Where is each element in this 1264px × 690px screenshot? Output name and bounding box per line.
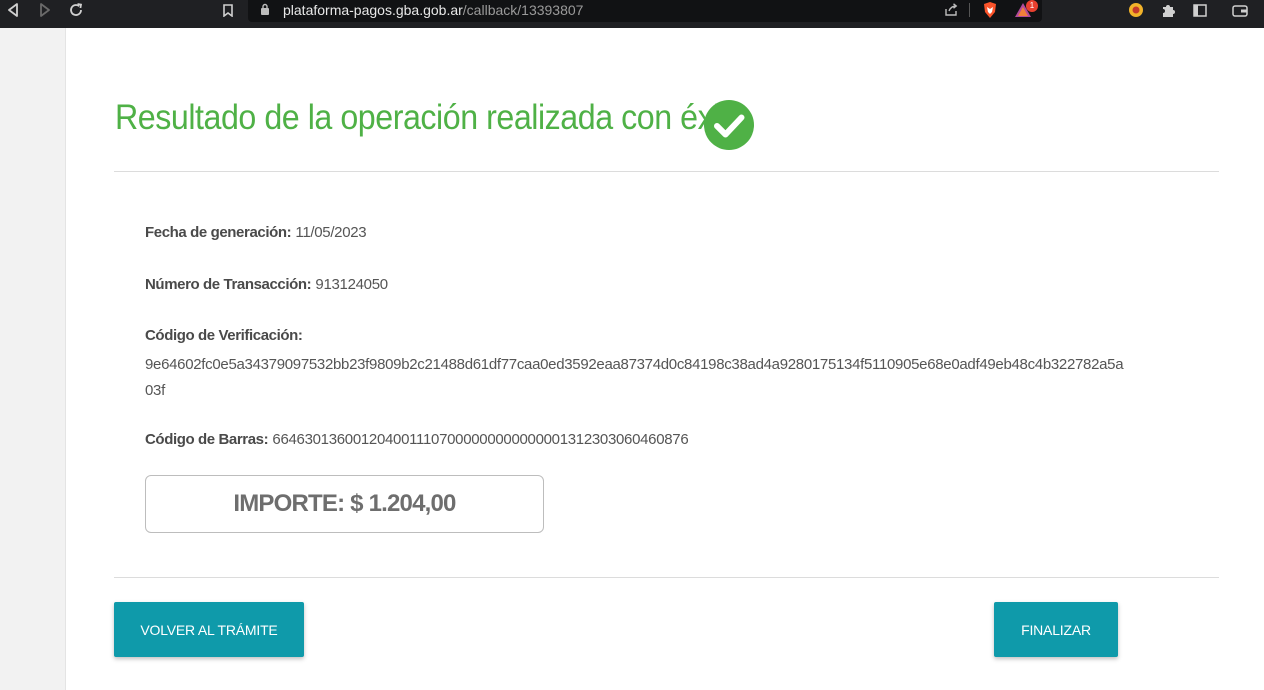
wallet-icon[interactable]	[1230, 0, 1250, 20]
brave-shield-icon[interactable]	[980, 0, 1000, 20]
sidebar-toggle-icon[interactable]	[1190, 0, 1210, 20]
title-row: Resultado de la operación realizada con …	[115, 98, 801, 138]
barras-label: Código de Barras:	[145, 431, 269, 448]
success-check-icon	[704, 100, 754, 150]
url-host: plataforma-pagos.gba.gob.ar	[283, 2, 463, 18]
fecha-value: 11/05/2023	[295, 224, 367, 241]
reload-icon[interactable]	[66, 0, 86, 20]
volver-al-tramite-button[interactable]: VOLVER AL TRÁMITE	[114, 602, 304, 657]
codigo-barras: Código de Barras: 6646301360012040011107…	[145, 430, 689, 450]
transaccion-label: Número de Transacción:	[145, 276, 312, 293]
forward-icon[interactable]	[36, 0, 54, 20]
fecha-generacion: Fecha de generación: 11/05/2023	[145, 223, 367, 243]
importe-box: IMPORTE: $ 1.204,00	[145, 475, 544, 533]
browser-toolbar: plataforma-pagos.gba.gob.ar/callback/133…	[0, 0, 1264, 28]
numero-transaccion: Número de Transacción: 913124050	[145, 275, 388, 295]
page-title: Resultado de la operación realizada con …	[115, 98, 746, 137]
payment-result-page: Resultado de la operación realizada con …	[65, 28, 1264, 690]
extension-icon[interactable]	[1126, 0, 1146, 20]
bottom-divider	[114, 577, 1219, 578]
extensions-area	[1122, 0, 1264, 22]
rewards-badge: 1	[1026, 0, 1038, 12]
transaccion-value: 913124050	[315, 276, 388, 293]
barras-value: 6646301360012040011107000000000000001312…	[272, 431, 689, 448]
finalizar-button[interactable]: FINALIZAR	[994, 602, 1118, 657]
share-icon[interactable]	[941, 0, 961, 20]
lock-icon	[261, 3, 269, 15]
back-icon[interactable]	[4, 0, 22, 20]
puzzle-icon[interactable]	[1158, 0, 1178, 20]
top-divider	[114, 171, 1219, 172]
url-text[interactable]: plataforma-pagos.gba.gob.ar/callback/133…	[283, 1, 583, 19]
importe-amount: IMPORTE: $ 1.204,00	[233, 490, 456, 517]
codigo-verificacion: Código de Verificación:	[145, 326, 303, 346]
verificacion-value: 9e64602fc0e5a34379097532bb23f9809b2c2148…	[145, 356, 1124, 399]
url-path: /callback/13393807	[462, 2, 584, 18]
bookmark-icon[interactable]	[218, 0, 238, 20]
verificacion-label: Código de Verificación:	[145, 327, 303, 344]
toolbar-divider	[969, 3, 970, 17]
fecha-label: Fecha de generación:	[145, 224, 292, 241]
